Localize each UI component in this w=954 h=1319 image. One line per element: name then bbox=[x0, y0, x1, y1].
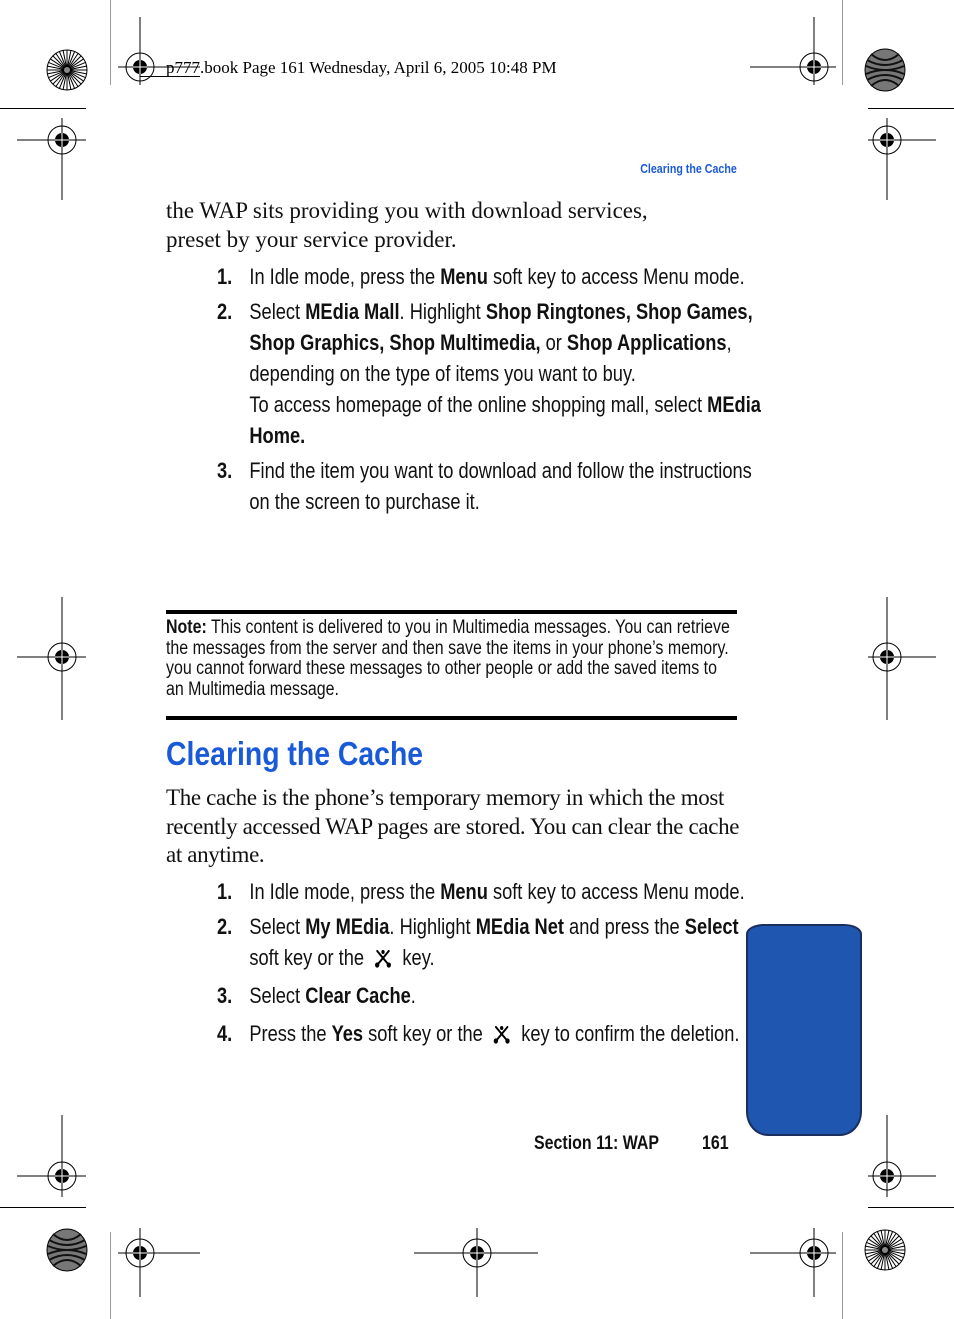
step-text: Select bbox=[249, 299, 306, 324]
step-text: In Idle mode, press the bbox=[249, 879, 441, 904]
print-header: p777.book Page 161 Wednesday, April 6, 2… bbox=[166, 58, 557, 77]
step-number: 2. bbox=[217, 914, 233, 939]
step-text: . Highlight bbox=[389, 914, 476, 939]
step-text: . bbox=[410, 983, 416, 1008]
list-item: 3. Select Clear Cache. bbox=[217, 980, 772, 1011]
footer-page-number: 161 bbox=[702, 1133, 729, 1154]
section-title: Clearing the Cache bbox=[166, 735, 424, 772]
step-text: Select bbox=[249, 983, 306, 1008]
note-bottom-rule bbox=[166, 716, 737, 720]
step-text: soft key or the bbox=[249, 945, 370, 970]
note-label: Note: bbox=[166, 617, 207, 638]
list-item: 2. Select MEdia Mall. Highlight Shop Ring… bbox=[217, 296, 772, 451]
step-body: In Idle mode, press the Menu soft key to… bbox=[249, 876, 772, 907]
step-number: 4. bbox=[217, 1021, 233, 1046]
step-body: In Idle mode, press the Menu soft key to… bbox=[249, 261, 772, 292]
step-bold-term: Shop Applications bbox=[566, 330, 727, 355]
section-paragraph: The cache is the phone’s temporary memor… bbox=[166, 785, 740, 867]
step-body: Select Clear Cache. bbox=[249, 980, 772, 1011]
step-bold-term: Menu bbox=[440, 879, 488, 904]
step-number: 3. bbox=[217, 458, 233, 483]
nav-key-icon bbox=[493, 1021, 511, 1044]
list-item: 3. Find the item you want to download and… bbox=[217, 455, 772, 517]
step-bold-term: My MEdia bbox=[305, 914, 390, 939]
step-number: 2. bbox=[217, 299, 233, 324]
step-body: Select MEdia Mall. Highlight Shop Ringto… bbox=[249, 296, 772, 389]
note-box: Note: This content is delivered to you i… bbox=[166, 617, 737, 700]
nav-key-icon bbox=[374, 945, 392, 968]
step-text: . Highlight bbox=[399, 299, 486, 324]
step-body: Press the Yes soft key or the key to con… bbox=[249, 1018, 772, 1049]
step-bold-term: Menu bbox=[440, 264, 488, 289]
step-text: key to confirm the deletion. bbox=[516, 1021, 740, 1046]
step-bold-term: MEdia Mall bbox=[305, 299, 400, 324]
step-text: soft key to access Menu mode. bbox=[487, 879, 745, 904]
step-bold-term: Clear Cache bbox=[305, 983, 411, 1008]
step-text: Press the bbox=[249, 1021, 332, 1046]
step-text: soft key or the bbox=[363, 1021, 488, 1046]
section-tab-label: Section 11 bbox=[53, 988, 72, 1060]
step-body: Select My MEdia. Highlight MEdia Net and… bbox=[249, 911, 772, 973]
step-bold-term: Yes bbox=[331, 1021, 364, 1046]
step-text: soft key to access Menu mode. bbox=[487, 264, 745, 289]
note-text: This content is delivered to you in Mult… bbox=[166, 617, 730, 700]
step-text: To access homepage of the online shoppin… bbox=[249, 392, 708, 417]
step-text: Select bbox=[249, 914, 306, 939]
step-text: Find the item you want to download and f… bbox=[249, 458, 752, 514]
list-item: 1. In Idle mode, press the Menu soft key … bbox=[217, 261, 772, 292]
step-number: 1. bbox=[217, 879, 233, 904]
footer-section: Section 11: WAP bbox=[534, 1133, 660, 1154]
step-text: In Idle mode, press the bbox=[249, 264, 441, 289]
step-body: Find the item you want to download and f… bbox=[249, 455, 772, 517]
step-text: or bbox=[540, 330, 567, 355]
step-bold-term: MEdia Net bbox=[475, 914, 564, 939]
step-number: 1. bbox=[217, 264, 233, 289]
running-head: Clearing the Cache bbox=[640, 161, 737, 176]
step-number: 3. bbox=[217, 983, 233, 1008]
list-item: 1. In Idle mode, press the Menu soft key … bbox=[217, 876, 772, 907]
section-tab bbox=[746, 924, 862, 1136]
step-extra: To access homepage of the online shoppin… bbox=[249, 389, 772, 451]
note-top-rule bbox=[166, 610, 737, 614]
intro-line: the WAP sits providing you with download… bbox=[166, 198, 648, 223]
list-item: 4. Press the Yes soft key or the key to c… bbox=[217, 1018, 772, 1049]
intro-paragraph: the WAP sits providing you with download… bbox=[166, 197, 648, 254]
step-text: key. bbox=[397, 945, 435, 970]
intro-line: preset by your service provider. bbox=[166, 226, 457, 252]
cache-steps-list: 1. In Idle mode, press the Menu soft key … bbox=[217, 876, 817, 1049]
step-text: and press the bbox=[563, 914, 685, 939]
shop-steps-list: 1. In Idle mode, press the Menu soft key … bbox=[217, 261, 817, 517]
list-item: 2. Select My MEdia. Highlight MEdia Net a… bbox=[217, 911, 772, 973]
step-bold-term: Select bbox=[684, 914, 739, 939]
